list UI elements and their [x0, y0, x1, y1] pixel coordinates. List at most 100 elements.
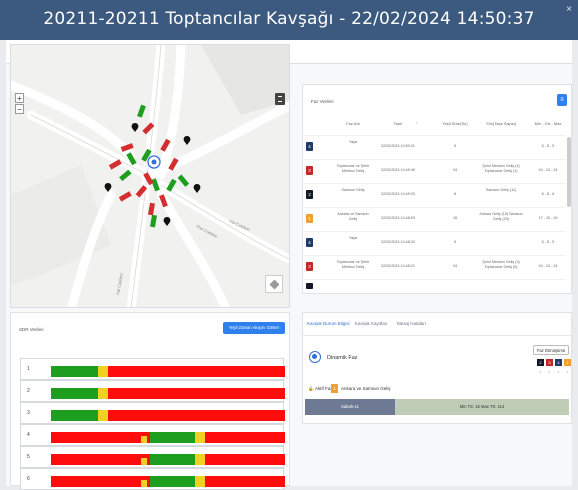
phase-name: Toptancılar ve Şehir Merkezi Geliş: [336, 260, 370, 269]
close-button[interactable]: ×: [566, 4, 572, 15]
sdr-row-number: 6: [27, 476, 30, 482]
map-canvas[interactable]: Flas Caddesi Hal Caddesi Hal Caddesi: [11, 45, 290, 308]
yellow-segment: [194, 454, 206, 465]
table-row[interactable]: 1 Ankara ve Samsun Geliş 22/02/2024 14:48:…: [303, 207, 565, 230]
phase-name: Samsun Geliş: [341, 188, 365, 192]
phase-green-time: 5: [453, 144, 457, 148]
phase-min-avg-max: 17 - 15 - 15: [538, 216, 558, 220]
phase-badge: [306, 283, 313, 289]
timing-bar: Min TS: 15 Max TS: 114: [395, 399, 569, 415]
legend-phase-badge: 2: [537, 359, 544, 366]
phase-name: Yaya: [348, 236, 358, 240]
sdr-row-number: 1: [27, 366, 30, 372]
phase-green-time: 24: [452, 168, 458, 172]
active-phase-name: Ankara ve Samsun Geliş: [341, 386, 391, 391]
legend-phase-badge: 1: [564, 359, 571, 366]
sdr-row[interactable]: 3: [20, 402, 285, 424]
green-segment: [51, 388, 98, 399]
tab-junction-records[interactable]: Kavşak Kayıtları: [355, 321, 388, 326]
phase-table-body: 4 Yaya 22/02/2024 14:50:31 5 5 - 5 - 5 3 Topta…: [303, 135, 565, 295]
phase-direction: Samsun Geliş (11): [485, 188, 517, 192]
table-row[interactable]: 2 Samsun Geliş 22/02/2024 14:49:03 8 Samsun …: [303, 183, 565, 206]
phase-min-avg-max: 5 - 5 - 5: [541, 240, 555, 244]
sort-arrow-icon[interactable]: ↓: [415, 120, 417, 125]
phase-badge: 2: [306, 190, 313, 199]
phase-date: 22/02/2024 14:48:53: [381, 216, 415, 220]
green-segment: [51, 410, 98, 421]
phase-order-button[interactable]: Faz Dönüşümü: [533, 345, 569, 355]
sdr-row[interactable]: 4: [20, 424, 285, 446]
sdr-row[interactable]: 6: [20, 468, 285, 490]
dynamic-phase-label: Dinamik Faz: [327, 355, 358, 361]
phase-min-avg-max: 24 - 24 - 24: [538, 168, 558, 172]
yellow-segment: [97, 410, 109, 421]
show-green-flow-button[interactable]: Yeşil Zaman Akışını Göster: [223, 322, 285, 334]
phase-badge: 3: [306, 262, 313, 271]
phase-min-avg-max: 8 - 8 - 8: [541, 192, 555, 196]
arrow-down-icon: ↓: [548, 369, 550, 374]
phase-date: 22/02/2024 14:48:21: [381, 264, 415, 268]
zoom-in-button[interactable]: +: [15, 93, 24, 103]
sequence-bar[interactable]: Sabah-x1: [305, 399, 395, 415]
window-title: 20211-20211 Toptancılar Kavşağı - 22/02/…: [43, 9, 535, 29]
phase-card-title: Faz Verileri: [311, 99, 334, 104]
phase-min-avg-max: 24 - 24 - 24: [538, 264, 558, 268]
phase-data-card: Faz Verileri ≡ Faz Adı Tarih Yeşil Süre(…: [302, 84, 572, 294]
phase-menu-button[interactable]: ≡: [557, 94, 567, 106]
phase-green-time: 24: [452, 264, 458, 268]
phase-name: Yaya: [348, 140, 358, 144]
phase-min-avg-max: 5 - 5 - 5: [541, 144, 555, 148]
title-bar: 20211-20211 Toptancılar Kavşağı - 22/02/…: [0, 0, 578, 40]
arrow-down-icon: ↓: [539, 369, 541, 374]
sdr-row-number: 3: [27, 410, 30, 416]
yellow-segment: [194, 476, 206, 487]
phase-date: 22/02/2024 14:49:03: [381, 192, 415, 196]
arrow-down-icon: ↓: [566, 369, 568, 374]
legend-phase-badge: 4: [555, 359, 562, 366]
green-segment: [150, 476, 195, 487]
green-segment: [150, 454, 195, 465]
table-row[interactable]: 3 Toptancılar ve Şehir Merkezi Geliş 22/02…: [303, 159, 565, 182]
green-segment: [51, 366, 98, 377]
phase-name: Toptancılar ve Şehir Merkezi Geliş: [336, 164, 370, 173]
arrow-down-icon: ↓: [557, 369, 559, 374]
map-panel[interactable]: Flas Caddesi Hal Caddesi Hal Caddesi + −: [10, 44, 290, 308]
green-segment: [150, 432, 195, 443]
phase-direction: Ankara Geliş (15) Samsun Geliş (20): [479, 212, 523, 221]
map-menu-icon[interactable]: [275, 93, 285, 105]
amber-segment: [141, 458, 148, 465]
phase-table-scrollbar[interactable]: [567, 137, 571, 207]
phase-badge: 4: [306, 142, 313, 151]
tab-junction-status[interactable]: Kavşak Durum Bilgisi: [307, 321, 350, 326]
sdr-row-number: 5: [27, 454, 30, 460]
zoom-out-button[interactable]: −: [15, 104, 24, 114]
table-row[interactable]: 4 Yaya 22/02/2024 14:48:33 5 5 - 5 - 5: [303, 231, 565, 254]
column-header: Yön(Taşıt Sayısı): [485, 121, 517, 126]
sdr-row[interactable]: 2: [20, 380, 285, 402]
column-header: Yeşil Süre(Sn): [442, 121, 468, 126]
table-row[interactable]: [303, 279, 565, 295]
active-phase-badge: 1: [331, 384, 338, 393]
sdr-row[interactable]: 1: [20, 358, 285, 380]
phase-green-time: 5: [453, 240, 457, 244]
tab-message-errors[interactable]: Mesaj Hataları: [397, 321, 426, 326]
sdr-title: SDR Verileri: [19, 327, 44, 332]
layers-icon[interactable]: [265, 275, 283, 293]
table-row[interactable]: 4 Yaya 22/02/2024 14:50:31 5 5 - 5 - 5: [303, 135, 565, 158]
phase-name: Ankara ve Samsun Geliş: [337, 212, 369, 221]
sdr-row[interactable]: 5: [20, 446, 285, 468]
column-header: Faz Adı: [346, 121, 360, 126]
phase-table-header: Faz Adı Tarih Yeşil Süre(Sn) Yön(Taşıt S…: [303, 120, 573, 135]
phase-date: 22/02/2024 14:50:31: [381, 144, 415, 148]
column-header: Min - Ort - Max: [534, 121, 562, 126]
junction-status-card: Kavşak Durum Bilgisi Kavşak Kayıtları Me…: [302, 312, 573, 424]
lock-icon: 🔒: [308, 386, 314, 391]
phase-date: 22/02/2024 14:49:49: [381, 168, 415, 172]
phase-badge: 4: [306, 238, 313, 247]
yellow-segment: [97, 388, 109, 399]
phase-green-time: 8: [453, 192, 457, 196]
table-row[interactable]: 3 Toptancılar ve Şehir Merkezi Geliş 22/02…: [303, 255, 565, 278]
yellow-segment: [97, 366, 109, 377]
phase-badge: 1: [306, 214, 313, 223]
phase-direction: Şehir Merkezi Geliş (4) Toptancılar Geli…: [482, 164, 520, 173]
